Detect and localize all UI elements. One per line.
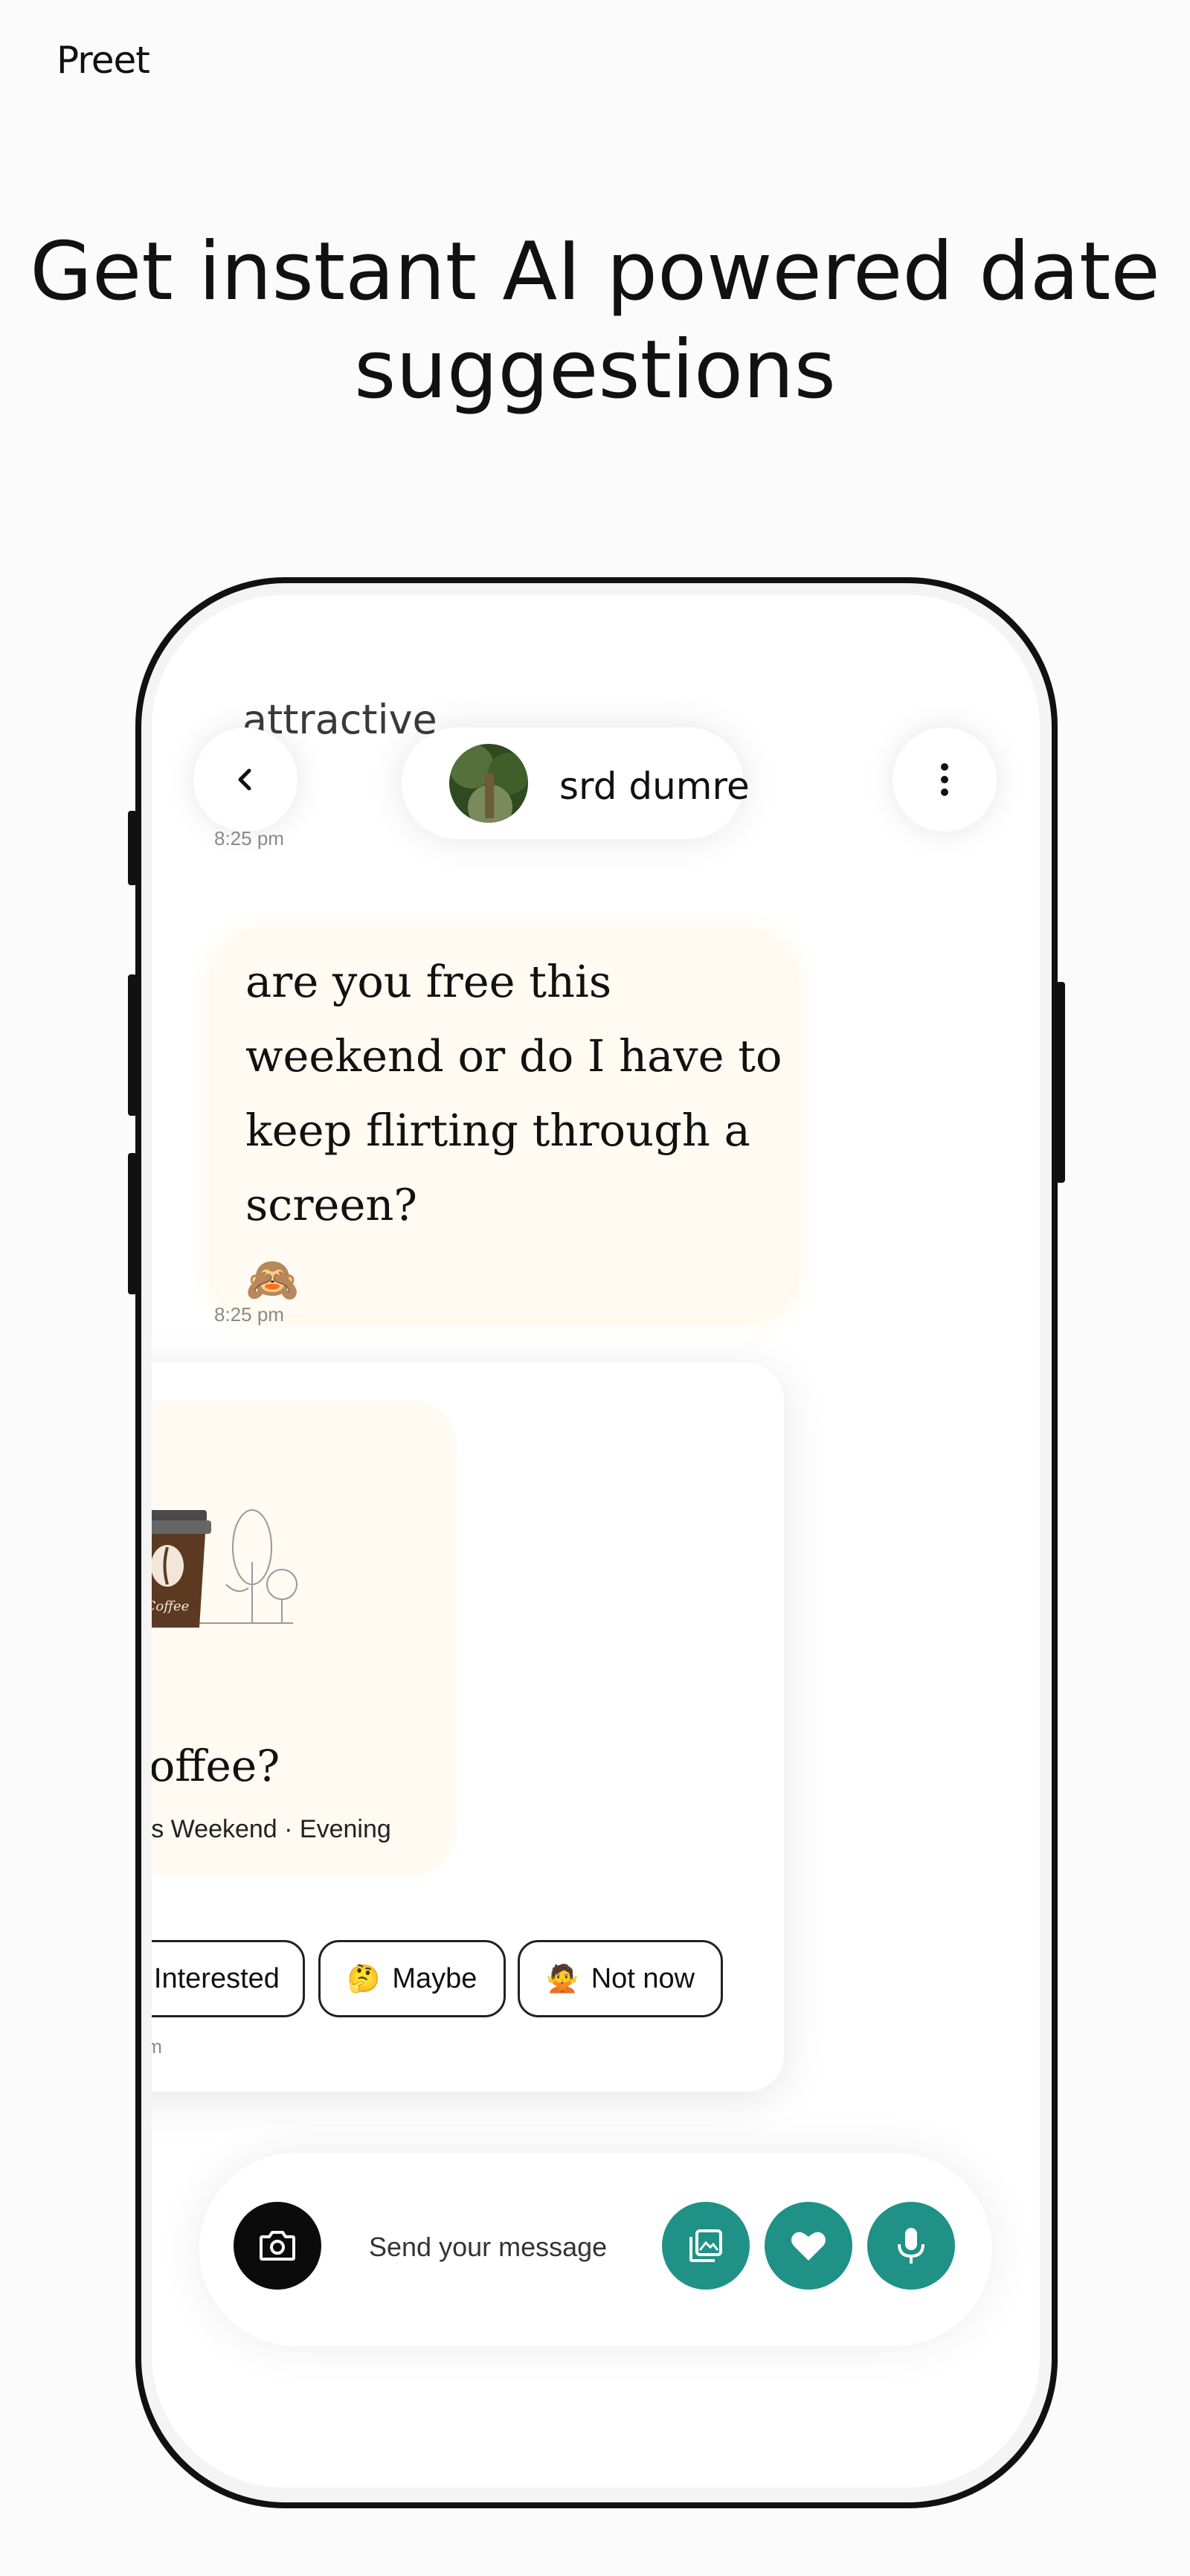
brand-logo: Preet [57, 39, 150, 82]
message-text: are you free this weekend or do I have t… [245, 956, 782, 1305]
voice-message-button[interactable] [867, 2202, 955, 2290]
gallery-icon [689, 2229, 722, 2262]
back-button[interactable] [193, 727, 298, 832]
suggestion-subtitle: This Weekend · Evening [152, 1815, 391, 1843]
no-gesture-icon: 🙅 [545, 1963, 579, 1994]
avatar[interactable] [449, 744, 528, 823]
microphone-icon [898, 2228, 924, 2264]
cup-label: Coffee [152, 1599, 189, 1614]
monkey-emoji-icon: 🙈 [245, 1254, 300, 1305]
message-input[interactable] [367, 2217, 653, 2278]
more-vertical-icon [941, 763, 948, 796]
message-time: 8:25 pm [214, 827, 284, 849]
message-time: 8:27 pm [152, 2035, 162, 2058]
camera-button[interactable] [234, 2202, 321, 2290]
chat-screen: attractive srd dumre 8:25 pm are you fre… [152, 595, 1040, 2487]
not-now-button[interactable]: 🙅 Not now [518, 1940, 723, 2017]
suggestion-title: Coffee? [152, 1741, 280, 1791]
page-headline: Get instant AI powered date suggestions [30, 225, 1160, 417]
camera-icon [260, 2231, 295, 2261]
heart-icon [791, 2232, 826, 2261]
gallery-button[interactable] [662, 2202, 750, 2290]
coffee-illustration: Coffee [152, 1509, 298, 1628]
profile-name: srd dumre [559, 765, 750, 808]
interested-button[interactable]: 🖤 Interested [152, 1940, 305, 2017]
message-time: 8:25 pm [214, 1303, 284, 1326]
chevron-left-icon [238, 768, 251, 791]
more-options-button[interactable] [892, 727, 997, 832]
like-button[interactable] [765, 2202, 852, 2290]
thinking-face-icon: 🤔 [347, 1963, 381, 1994]
maybe-button[interactable]: 🤔 Maybe [318, 1940, 506, 2017]
